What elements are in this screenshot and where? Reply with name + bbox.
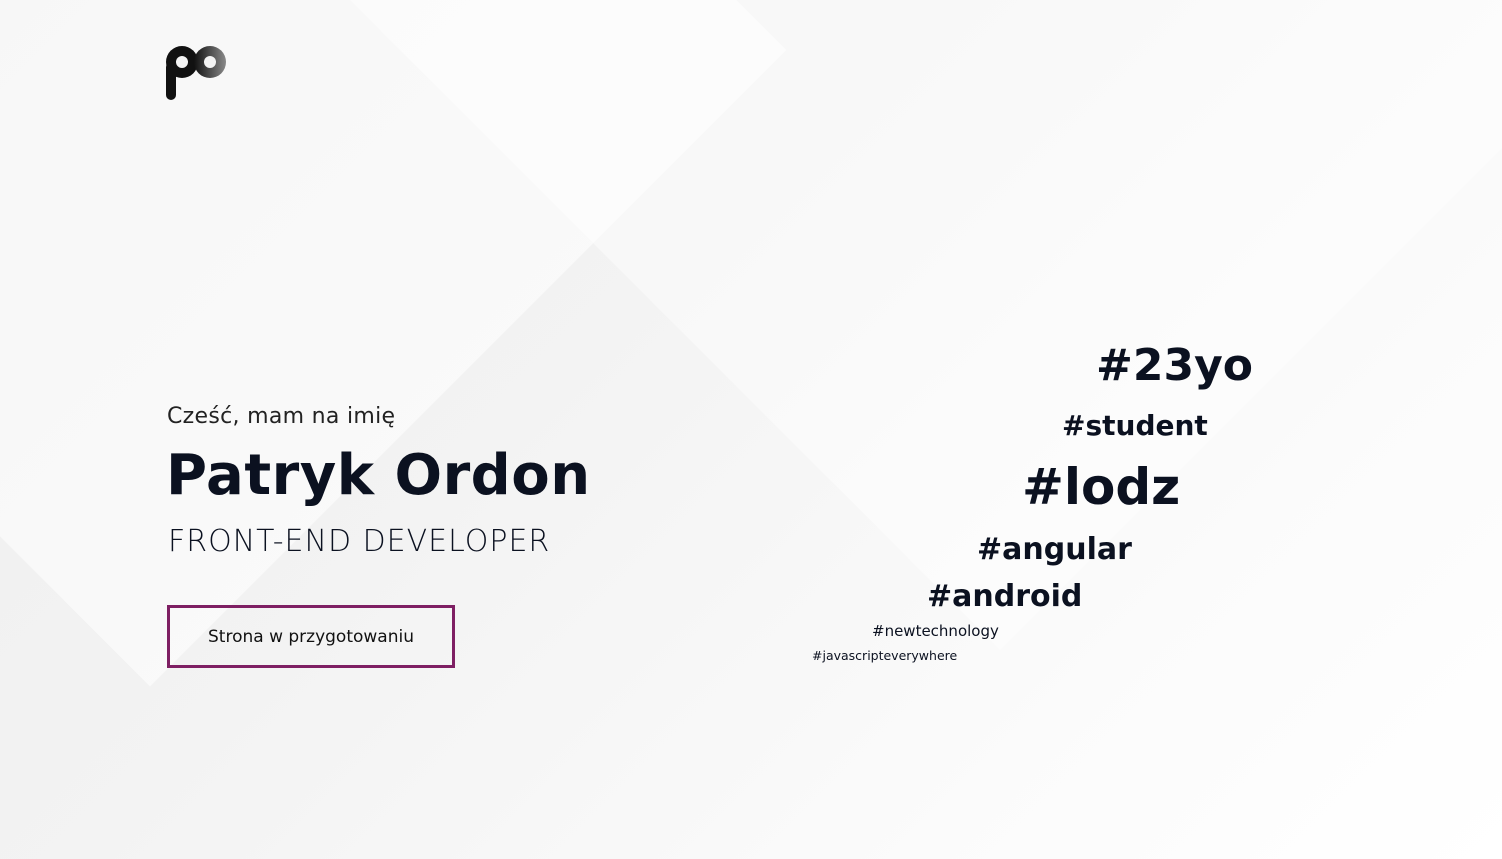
po-logo[interactable] <box>166 44 228 102</box>
person-name: Patryk Ordon <box>166 443 591 508</box>
tag-lodz: #lodz <box>1022 458 1181 516</box>
job-title: FRONT-END DEVELOPER <box>168 524 551 559</box>
tag-student: #student <box>1062 409 1208 442</box>
page: Cześć, mam na imię Patryk Ordon FRONT-EN… <box>0 0 1502 859</box>
under-construction-button[interactable]: Strona w przygotowaniu <box>167 605 455 668</box>
tag-android: #android <box>927 579 1083 614</box>
tag-23yo: #23yo <box>1096 340 1254 391</box>
tag-angular: #angular <box>977 532 1132 567</box>
greeting-text: Cześć, mam na imię <box>167 404 396 429</box>
tag-javascripteverywhere: #javascripteverywhere <box>812 648 958 663</box>
tag-newtechnology: #newtechnology <box>872 622 999 640</box>
